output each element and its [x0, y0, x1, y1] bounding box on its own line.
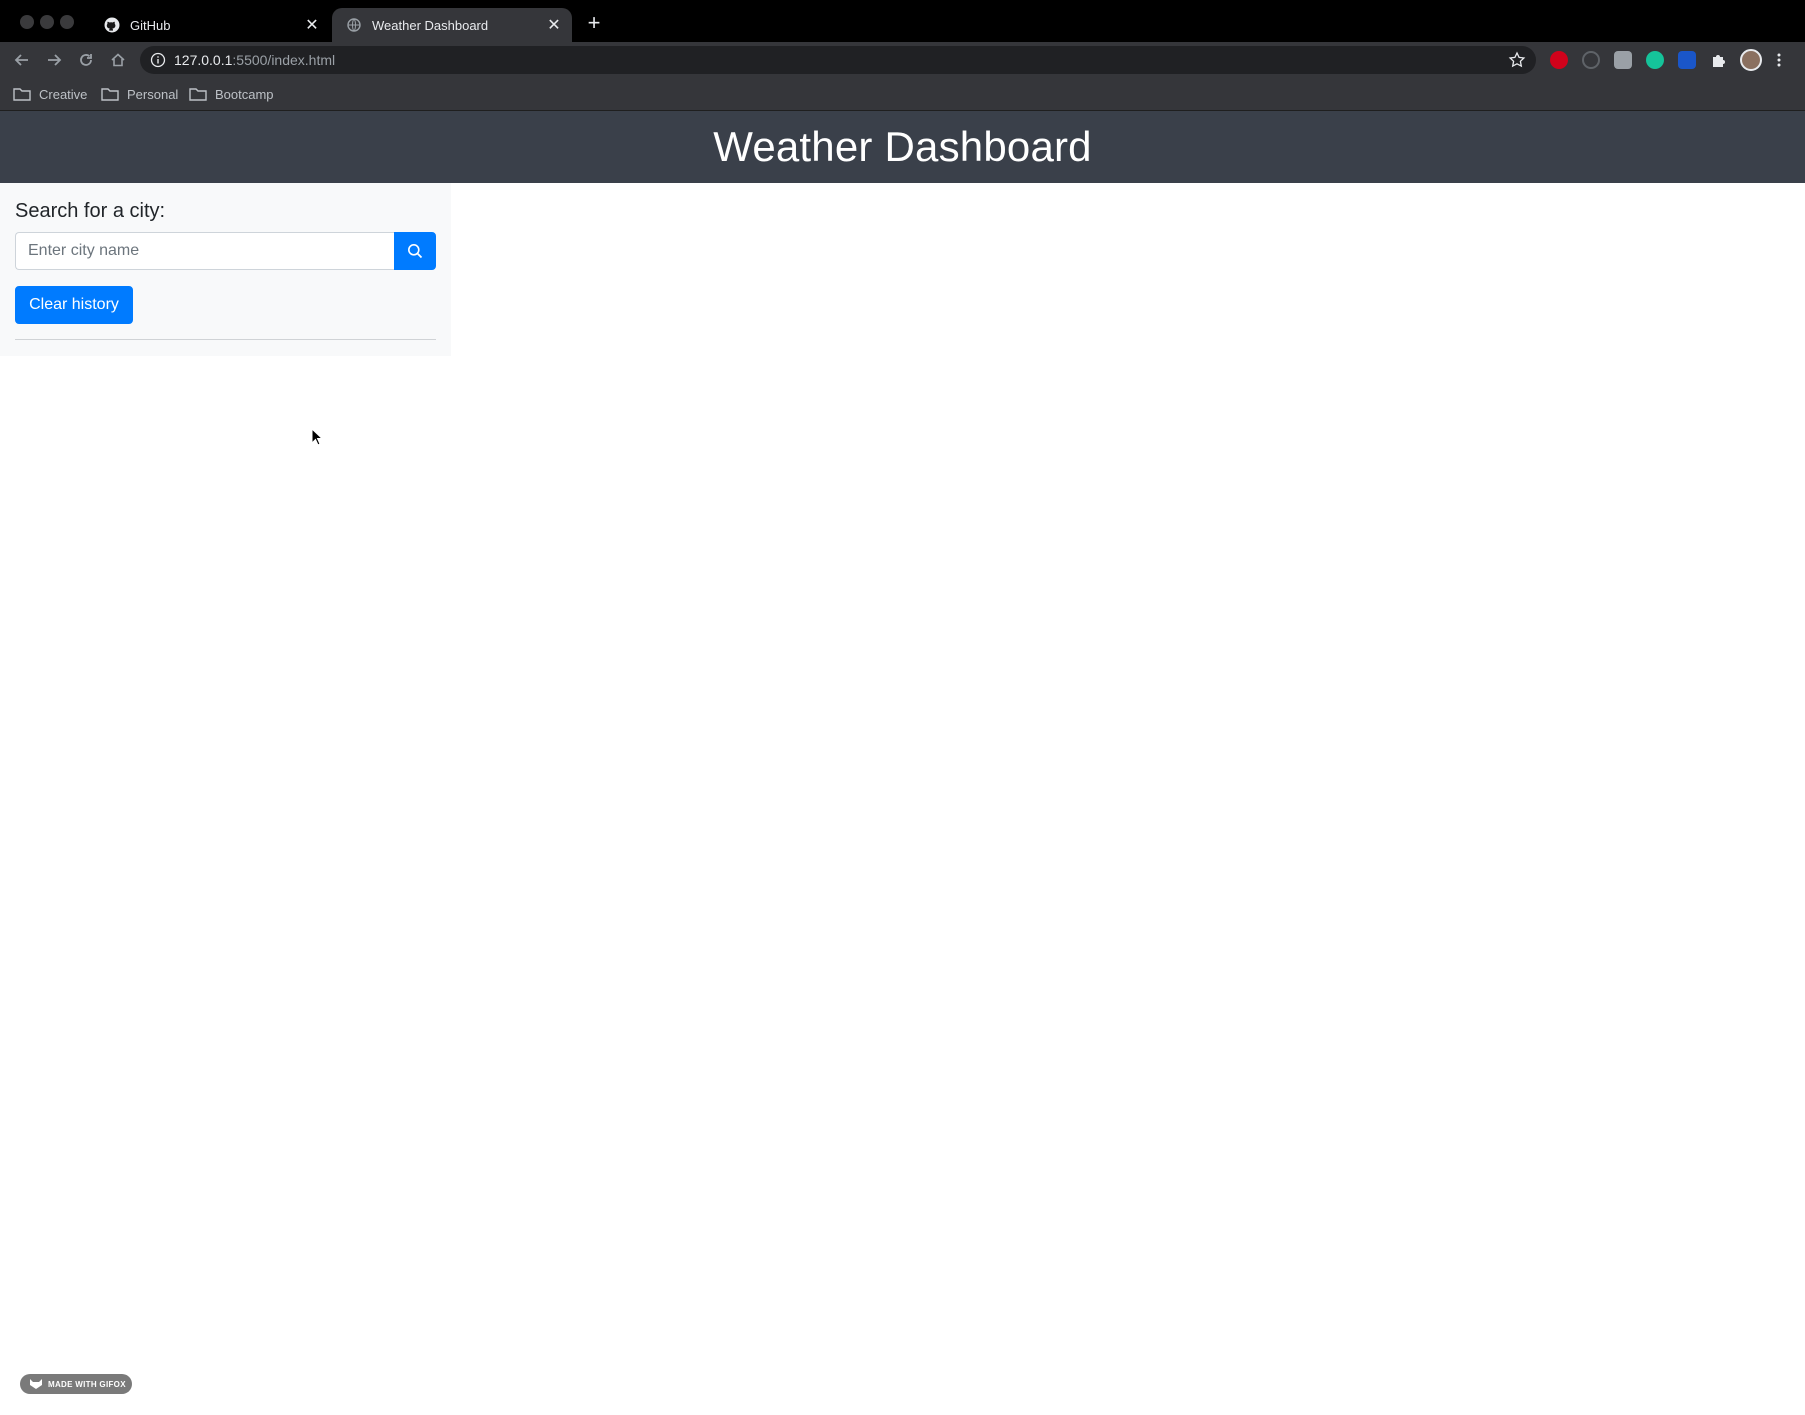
bookmarks-bar: Creative Personal Bootcamp — [0, 78, 1805, 111]
url-path: :5500/index.html — [232, 52, 336, 68]
tab-github[interactable]: GitHub ✕ — [90, 8, 330, 42]
browser-toolbar: 127.0.0.1:5500/index.html — [0, 42, 1805, 78]
mouse-cursor-icon — [311, 428, 323, 446]
github-icon — [104, 17, 120, 33]
close-icon[interactable]: ✕ — [300, 13, 324, 37]
search-sidebar: Search for a city: Clear history — [0, 183, 451, 356]
bookmark-star-icon[interactable] — [1508, 51, 1526, 69]
back-icon[interactable] — [10, 48, 34, 72]
folder-icon — [101, 88, 119, 101]
watermark-text: MADE WITH GIFOX — [48, 1379, 126, 1389]
search-label: Search for a city: — [15, 200, 166, 222]
page-content: Weather Dashboard Search for a city: Cle… — [0, 111, 1805, 1415]
forward-icon[interactable] — [42, 48, 66, 72]
bookmark-label: Creative — [39, 86, 88, 102]
info-icon[interactable] — [150, 52, 166, 68]
tab-weather-dashboard[interactable]: Weather Dashboard ✕ — [332, 8, 572, 42]
tab-title: GitHub — [130, 17, 171, 33]
globe-icon — [346, 17, 362, 33]
window-minimize-dot[interactable] — [40, 15, 54, 29]
bookmark-label: Bootcamp — [215, 86, 274, 102]
window-close-dot[interactable] — [20, 15, 34, 29]
folder-icon — [189, 88, 207, 101]
bitwarden-extension-icon[interactable] — [1678, 51, 1696, 69]
grammarly-extension-icon[interactable] — [1646, 51, 1664, 69]
history-divider — [15, 339, 436, 340]
page-title: Weather Dashboard — [713, 123, 1092, 170]
window-zoom-dot[interactable] — [60, 15, 74, 29]
bookmark-folder-bootcamp[interactable]: Bootcamp — [189, 84, 274, 104]
recycle-extension-icon[interactable] — [1582, 51, 1600, 69]
gifox-watermark: MADE WITH GIFOX — [20, 1374, 132, 1394]
address-url: 127.0.0.1:5500/index.html — [174, 52, 335, 68]
home-icon[interactable] — [106, 48, 130, 72]
bookmark-label: Personal — [127, 86, 179, 102]
new-tab-button[interactable]: + — [582, 11, 606, 35]
bookmark-folder-creative[interactable]: Creative — [13, 84, 87, 104]
folder-icon — [13, 88, 31, 101]
avatar[interactable] — [1740, 49, 1762, 71]
tab-title: Weather Dashboard — [372, 17, 489, 33]
puzzle-extensions-icon[interactable] — [1710, 51, 1728, 69]
page-header: Weather Dashboard — [0, 111, 1805, 183]
url-host: 127.0.0.1 — [174, 52, 233, 68]
clear-history-button[interactable]: Clear history — [15, 286, 133, 324]
menu-kebab-icon[interactable] — [1776, 51, 1782, 69]
adblock-extension-icon[interactable] — [1550, 51, 1568, 69]
browser-tab-strip: GitHub ✕ Weather Dashboard ✕ + — [0, 0, 1805, 42]
address-bar[interactable]: 127.0.0.1:5500/index.html — [140, 46, 1536, 74]
city-search-input[interactable] — [15, 232, 395, 270]
bookmark-folder-personal[interactable]: Personal — [101, 84, 178, 104]
close-icon[interactable]: ✕ — [542, 13, 566, 37]
gifox-logo-icon — [30, 1379, 42, 1389]
search-icon — [408, 244, 423, 259]
reload-icon[interactable] — [74, 48, 98, 72]
search-button[interactable] — [394, 232, 436, 270]
keyboard-extension-icon[interactable] — [1614, 51, 1632, 69]
